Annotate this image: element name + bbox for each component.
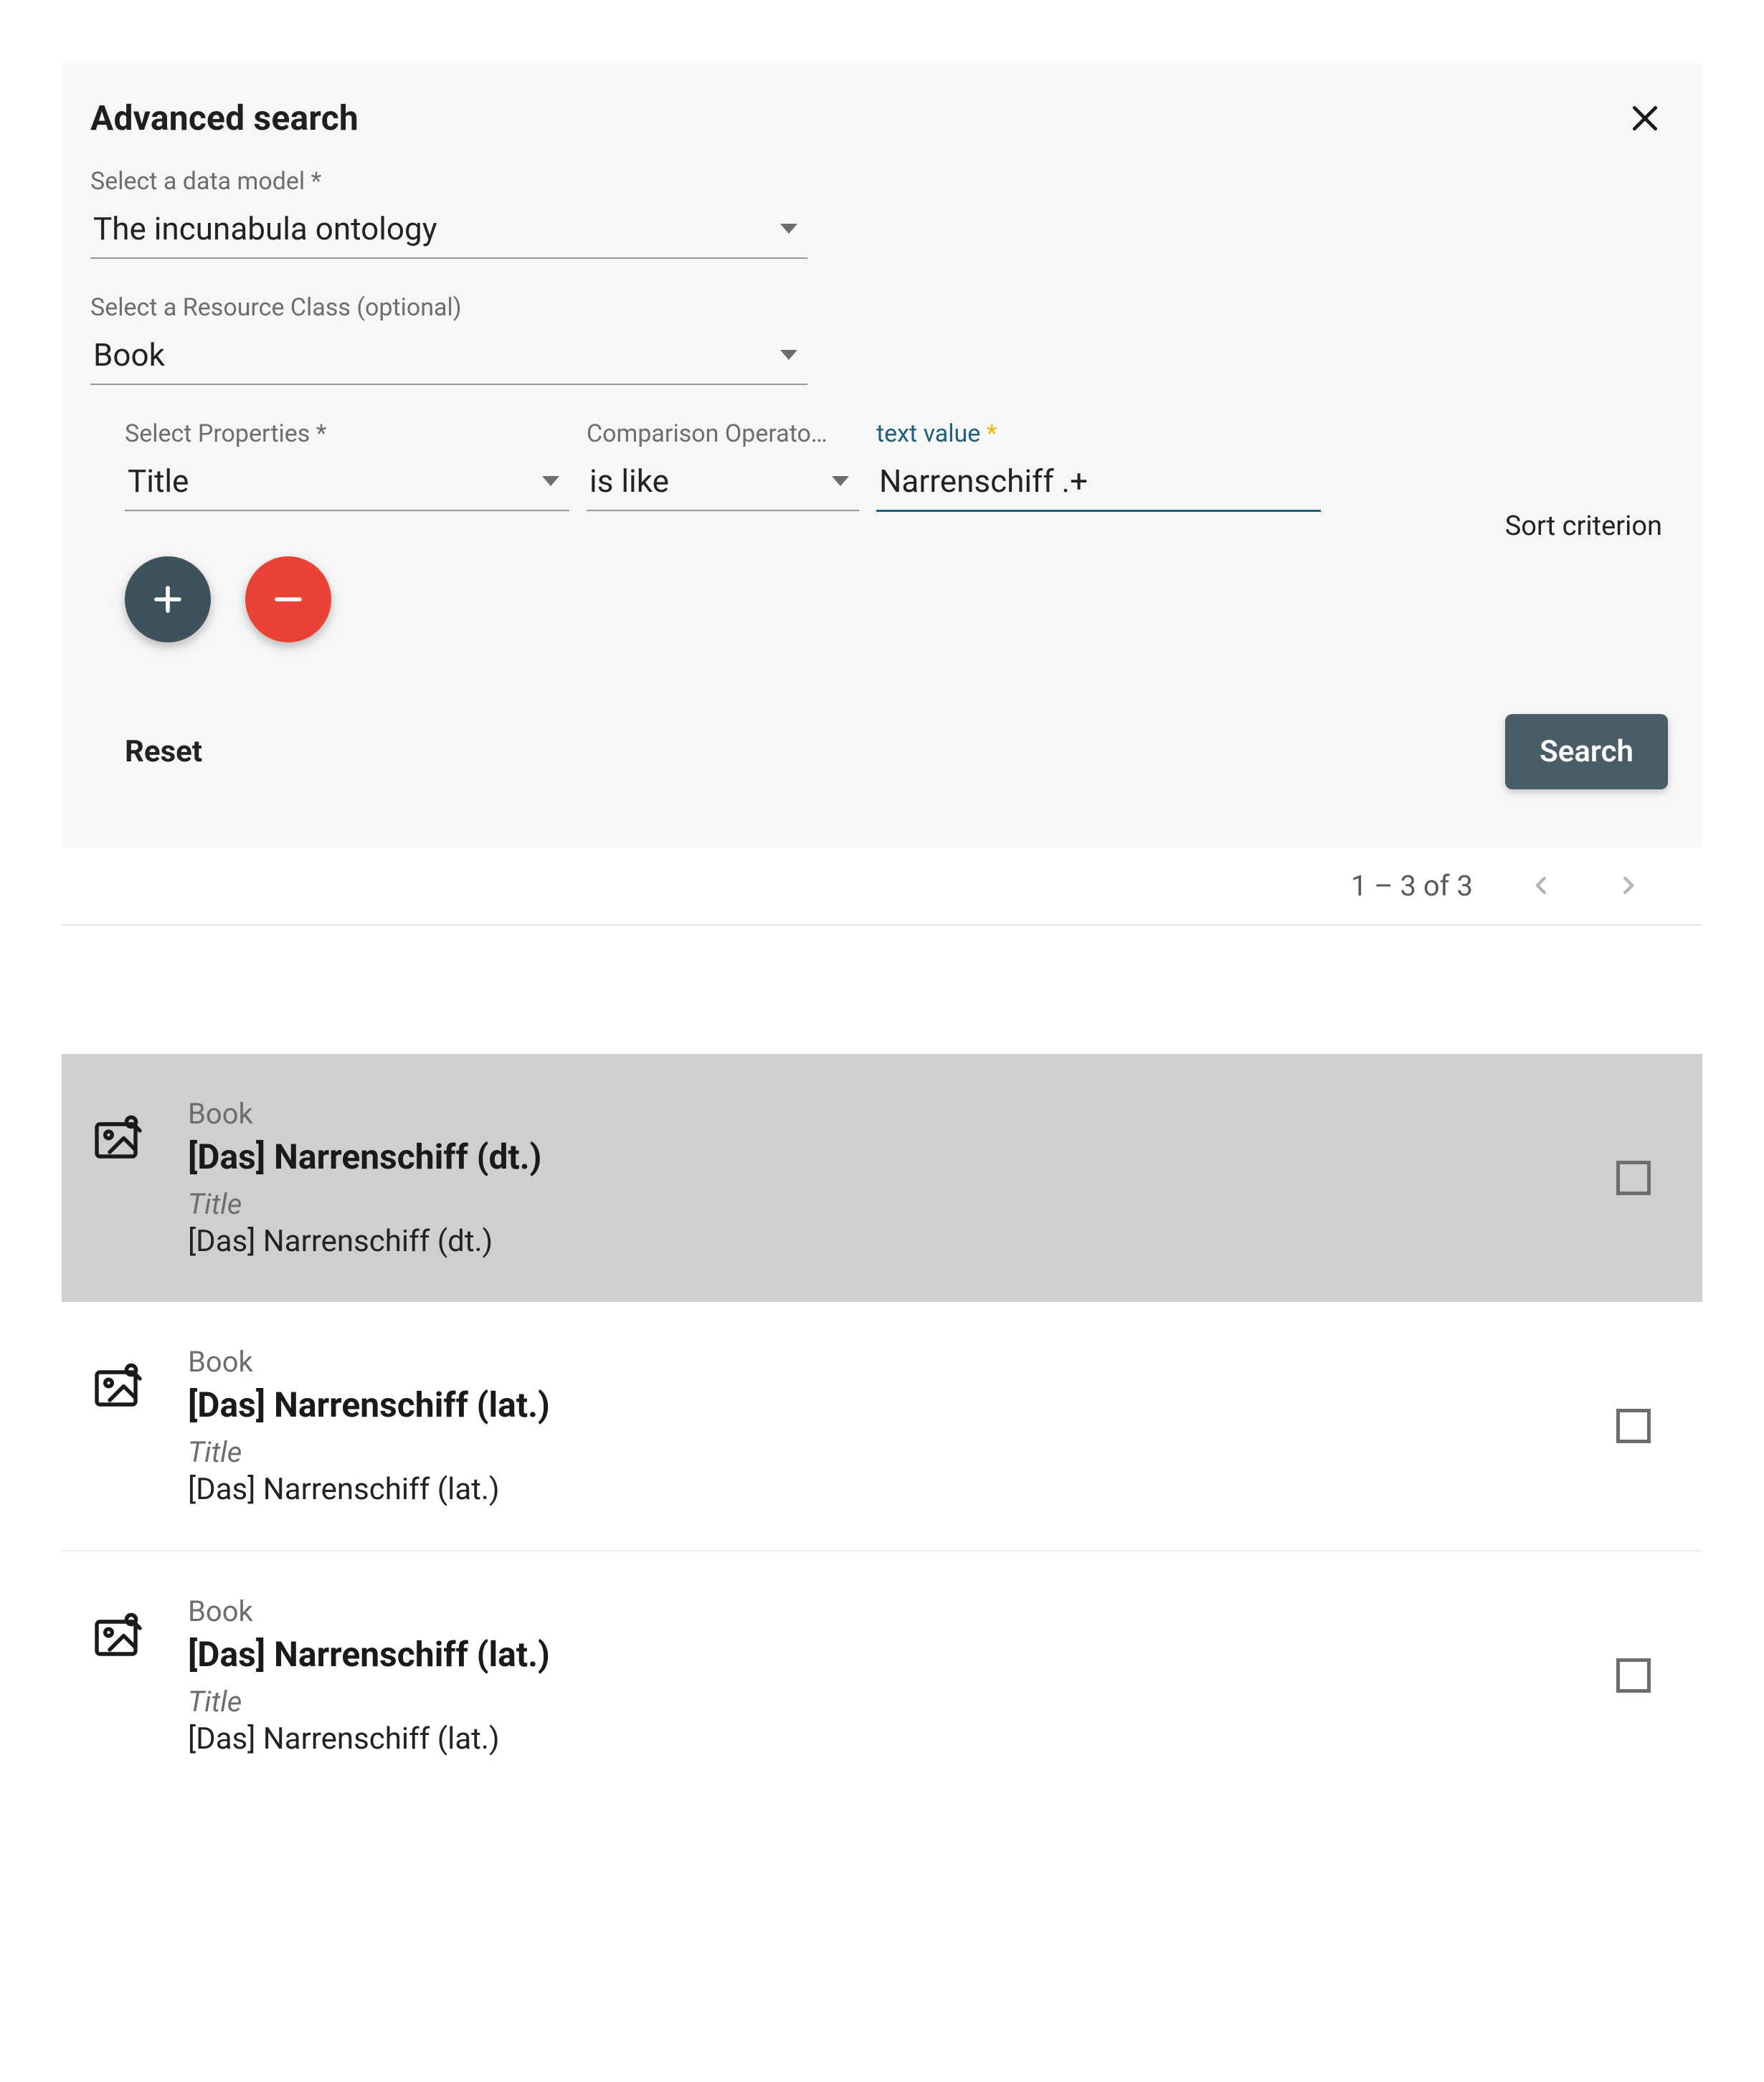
operator-value: is like <box>589 462 669 500</box>
result-prop-value: [Das] Narrenschiff (lat.) <box>188 1472 1616 1507</box>
minus-icon <box>271 582 305 617</box>
resource-class-label: Select a Resource Class (optional) <box>90 293 1674 322</box>
result-title: [Das] Narrenschiff (dt.) <box>188 1136 1616 1177</box>
plus-icon <box>151 582 185 617</box>
result-checkbox[interactable] <box>1616 1409 1651 1443</box>
result-type: Book <box>188 1594 1616 1628</box>
close-button[interactable] <box>1625 98 1665 138</box>
chevron-down-icon <box>832 476 849 486</box>
result-checkbox[interactable] <box>1616 1658 1651 1693</box>
pager-range: 1 – 3 of 3 <box>1351 869 1473 903</box>
search-button[interactable]: Search <box>1505 714 1668 789</box>
data-model-label: Select a data model * <box>90 167 1674 196</box>
property-value: Title <box>128 462 189 500</box>
results-list: Book [Das] Narrenschiff (dt.) Title [Das… <box>62 1054 1702 1800</box>
text-value-input-wrapper[interactable] <box>876 455 1321 512</box>
property-label: Select Properties * <box>125 419 569 448</box>
chevron-left-icon <box>1531 875 1552 896</box>
result-title: [Das] Narrenschiff (lat.) <box>188 1384 1616 1425</box>
image-search-icon <box>90 1111 142 1163</box>
result-body: Book [Das] Narrenschiff (lat.) Title [Da… <box>188 1345 1616 1507</box>
result-prop-label: Title <box>188 1435 1616 1469</box>
data-model-value: The incunabula ontology <box>93 210 437 247</box>
result-title: [Das] Narrenschiff (lat.) <box>188 1634 1616 1675</box>
add-filter-button[interactable] <box>125 556 211 642</box>
chevron-down-icon <box>780 350 797 360</box>
panel-title: Advanced search <box>90 98 359 138</box>
pager-prev-button[interactable] <box>1524 868 1559 903</box>
chevron-down-icon <box>780 224 797 234</box>
result-type: Book <box>188 1097 1616 1131</box>
image-search-icon <box>90 1609 142 1660</box>
resource-class-select[interactable]: Book <box>90 329 807 385</box>
close-icon <box>1629 103 1661 134</box>
property-select[interactable]: Title <box>125 455 569 511</box>
result-prop-label: Title <box>188 1685 1616 1719</box>
remove-filter-button[interactable] <box>245 556 331 642</box>
result-prop-value: [Das] Narrenschiff (lat.) <box>188 1721 1616 1757</box>
operator-select[interactable]: is like <box>587 455 859 511</box>
image-search-icon <box>90 1359 142 1411</box>
result-prop-label: Title <box>188 1187 1616 1221</box>
sort-criterion-label[interactable]: Sort criterion <box>1505 510 1662 542</box>
result-body: Book [Das] Narrenschiff (dt.) Title [Das… <box>188 1097 1616 1259</box>
operator-label: Comparison Operato… <box>587 419 859 448</box>
data-model-select[interactable]: The incunabula ontology <box>90 203 807 259</box>
result-prop-value: [Das] Narrenschiff (dt.) <box>188 1224 1616 1259</box>
pager: 1 – 3 of 3 <box>62 847 1702 926</box>
resource-class-value: Book <box>93 336 165 374</box>
chevron-right-icon <box>1617 875 1639 896</box>
result-row[interactable]: Book [Das] Narrenschiff (dt.) Title [Das… <box>62 1054 1702 1302</box>
result-body: Book [Das] Narrenschiff (lat.) Title [Da… <box>188 1594 1616 1757</box>
result-row[interactable]: Book [Das] Narrenschiff (lat.) Title [Da… <box>62 1302 1702 1551</box>
text-value-input[interactable] <box>879 462 1315 500</box>
result-type: Book <box>188 1345 1616 1379</box>
chevron-down-icon <box>542 476 559 486</box>
result-row[interactable]: Book [Das] Narrenschiff (lat.) Title [Da… <box>62 1551 1702 1800</box>
advanced-search-panel: Advanced search Select a data model * Th… <box>62 63 1702 926</box>
reset-button[interactable]: Reset <box>125 734 202 769</box>
pager-next-button[interactable] <box>1611 868 1645 903</box>
result-checkbox[interactable] <box>1616 1161 1651 1195</box>
text-value-label: text value * <box>876 419 1321 448</box>
